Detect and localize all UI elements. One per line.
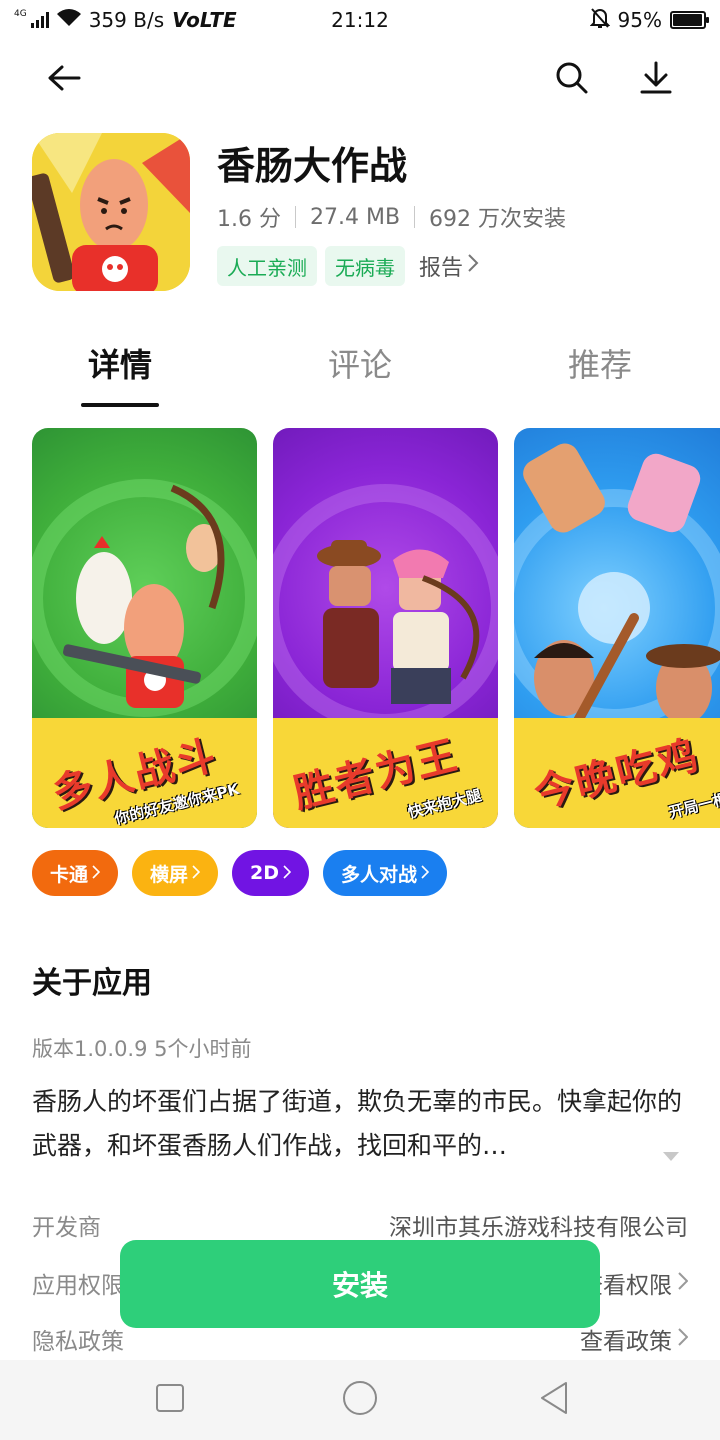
tab-indicator xyxy=(81,403,159,407)
privacy-link[interactable]: 查看政策 xyxy=(580,1322,689,1356)
mute-bell-icon xyxy=(589,7,610,34)
version-info: 版本1.0.0.9 5个小时前 xyxy=(32,1037,252,1061)
tag-2d[interactable]: 2D xyxy=(232,850,310,896)
screenshot-3[interactable]: 今晚吃鸡 开局一根肠 xyxy=(514,428,720,828)
meta-divider xyxy=(414,206,416,228)
tab-bar: 详情 评论 推荐 xyxy=(0,340,720,410)
search-button[interactable] xyxy=(544,52,600,108)
chevron-right-icon xyxy=(421,862,430,884)
tag-label: 2D xyxy=(250,862,280,884)
signal-icon xyxy=(30,12,49,28)
developer-row: 开发商 深圳市其乐游戏科技有限公司 xyxy=(32,1208,688,1242)
developer-label: 开发商 xyxy=(32,1215,101,1241)
app-size: 27.4 MB xyxy=(309,204,401,230)
chevron-right-icon xyxy=(678,1270,689,1296)
privacy-link-label: 查看政策 xyxy=(580,1329,672,1355)
network-type-label: 4G xyxy=(14,9,27,19)
permissions-label: 应用权限 xyxy=(32,1273,124,1299)
chevron-right-icon xyxy=(467,253,479,279)
chevron-right-icon xyxy=(678,1326,689,1352)
system-nav-bar xyxy=(0,1360,720,1440)
report-label: 报告 xyxy=(419,256,464,281)
wifi-icon xyxy=(56,8,81,32)
app-installs: 692 万次安装 xyxy=(429,207,567,232)
tab-recommendations[interactable]: 推荐 xyxy=(520,340,680,386)
battery-icon xyxy=(670,11,709,29)
download-icon xyxy=(640,61,672,99)
tab-details[interactable]: 详情 xyxy=(40,340,200,386)
battery-percent: 95% xyxy=(617,8,662,32)
search-icon xyxy=(555,61,589,99)
app-rating: 1.6 分 xyxy=(217,207,281,232)
circle-icon xyxy=(342,1380,378,1420)
expand-description-button[interactable] xyxy=(662,1147,680,1166)
tag-label: 卡通 xyxy=(50,863,89,886)
triangle-back-icon xyxy=(539,1381,569,1419)
tag-landscape[interactable]: 横屏 xyxy=(132,850,219,896)
install-button[interactable]: 安装 xyxy=(120,1240,600,1328)
app-name: 香肠大作战 xyxy=(217,144,408,188)
chevron-right-icon xyxy=(192,862,201,884)
square-icon xyxy=(155,1383,185,1417)
arrow-left-icon xyxy=(47,64,81,96)
status-bar: 4G 359 B/s VoLTE 21:12 95% xyxy=(0,0,720,40)
meta-divider xyxy=(294,206,296,228)
tag-multiplayer[interactable]: 多人对战 xyxy=(323,850,448,896)
caret-down-icon xyxy=(662,1147,680,1166)
app-description: 香肠人的坏蛋们占据了街道，欺负无辜的市民。快拿起你的武器，和坏蛋香肠人们作战，找… xyxy=(32,1087,683,1160)
privacy-label: 隐私政策 xyxy=(32,1329,124,1355)
network-speed: 359 B/s xyxy=(88,8,165,32)
back-nav-button[interactable] xyxy=(534,1380,574,1420)
app-badges: 人工亲测 无病毒 报告 xyxy=(217,246,479,286)
badge-virus-free: 无病毒 xyxy=(325,246,405,286)
top-bar xyxy=(0,52,720,108)
download-manager-button[interactable] xyxy=(628,52,684,108)
home-button[interactable] xyxy=(340,1380,380,1420)
chevron-right-icon xyxy=(92,862,101,884)
screenshot-1[interactable]: 多人战斗 你的好友邀你来PK xyxy=(32,428,257,828)
badge-manual-tested: 人工亲测 xyxy=(217,246,317,286)
tab-reviews[interactable]: 评论 xyxy=(280,340,440,386)
about-section-title: 关于应用 xyxy=(32,966,152,1001)
volte-label: VoLTE xyxy=(172,8,237,32)
recents-button[interactable] xyxy=(150,1380,190,1420)
app-icon xyxy=(32,133,190,291)
tag-cartoon[interactable]: 卡通 xyxy=(32,850,119,896)
tag-label: 横屏 xyxy=(150,863,189,886)
screenshot-2[interactable]: 胜者为王 快来抱大腿 xyxy=(273,428,498,828)
app-meta: 1.6 分 27.4 MB 692 万次安装 xyxy=(217,201,566,233)
report-link[interactable]: 报告 xyxy=(419,250,479,282)
genre-tags: 卡通 横屏 2D 多人对战 xyxy=(32,850,448,896)
back-button[interactable] xyxy=(36,52,92,108)
chevron-right-icon xyxy=(283,862,292,884)
developer-value: 深圳市其乐游戏科技有限公司 xyxy=(389,1215,688,1241)
tag-label: 多人对战 xyxy=(341,863,418,886)
